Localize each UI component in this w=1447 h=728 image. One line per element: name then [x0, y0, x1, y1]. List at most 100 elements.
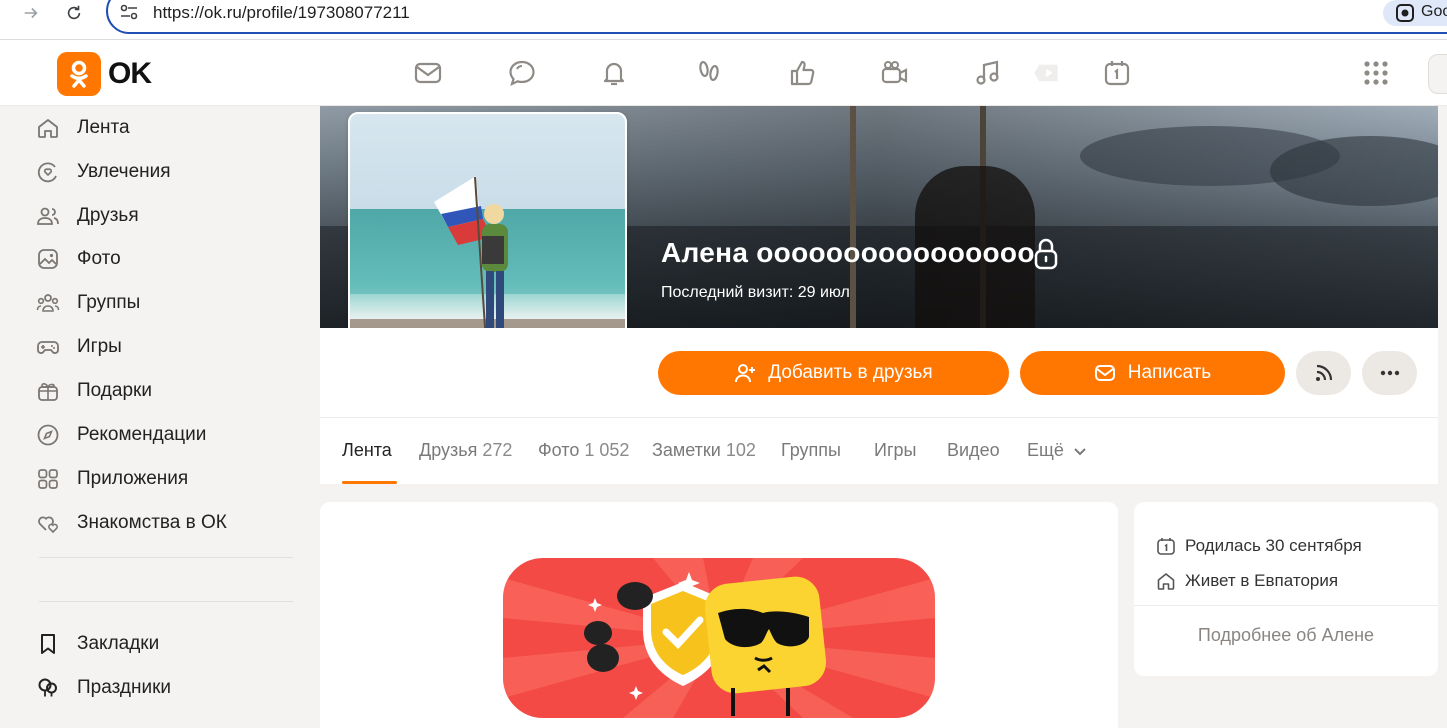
sidebar-item-gifts[interactable]: Подарки	[36, 376, 152, 406]
video-call-button[interactable]	[877, 55, 913, 91]
bookmark-icon	[41, 634, 55, 654]
write-message-label: Написать	[1127, 362, 1212, 383]
sidebar-item-groups[interactable]: Группы	[36, 288, 140, 318]
tab-video[interactable]: Видео	[947, 440, 1000, 461]
sidebar-item-hobbies[interactable]: Увлечения	[36, 157, 171, 187]
like-icon	[790, 60, 815, 86]
arrow-right-icon	[24, 7, 38, 19]
reload-button[interactable]	[59, 0, 89, 26]
guests-button[interactable]	[691, 55, 727, 91]
tab-friends[interactable]: Друзья 272	[419, 440, 512, 461]
balloons-icon	[38, 678, 57, 697]
notifications-button[interactable]	[596, 55, 632, 91]
more-icon	[36, 720, 60, 728]
profile-menu-button[interactable]	[1428, 54, 1447, 94]
add-friend-label: Добавить в друзья	[768, 362, 933, 383]
footprints-icon	[699, 60, 719, 82]
sidebar-item-apps[interactable]: Приложения	[36, 464, 188, 494]
sidebar-item-photos[interactable]: Фото	[36, 244, 121, 274]
tab-groups[interactable]: Группы	[781, 440, 841, 461]
google-label: Goo	[1421, 3, 1447, 20]
calendar-button[interactable]	[1099, 55, 1135, 91]
tab-label: Видео	[947, 440, 1000, 460]
profile-name: Алена оооооооооооооооо	[661, 237, 1035, 268]
bell-icon	[603, 62, 625, 86]
tab-games[interactable]: Игры	[874, 440, 916, 461]
tab-more[interactable]: Ещё	[1027, 440, 1087, 461]
sidebar-divider	[39, 557, 293, 558]
privacy-illustration-art	[503, 558, 935, 718]
compass-icon	[37, 424, 59, 446]
tab-notes[interactable]: Заметки 102	[652, 440, 756, 461]
chat-icon	[509, 60, 535, 87]
messages-button[interactable]	[410, 55, 446, 91]
sidebar-item-feed[interactable]: Лента	[36, 113, 130, 143]
active-tab-indicator	[342, 481, 397, 484]
sidebar-item-games[interactable]: Игры	[36, 332, 122, 362]
discussions-button[interactable]	[504, 55, 540, 91]
privacy-illustration	[503, 558, 935, 718]
music-icon	[976, 60, 999, 85]
gift-icon	[38, 383, 58, 401]
add-friend-button[interactable]: Добавить в друзья	[658, 351, 1009, 395]
add-user-icon	[735, 364, 756, 383]
video-camera-icon	[881, 61, 908, 84]
home-icon	[38, 119, 58, 138]
sidebar-item-label: Лента	[77, 117, 130, 138]
calendar-icon	[1104, 61, 1130, 86]
location-row: Живет в Евпатория	[1156, 569, 1338, 593]
sidebar-item-label: Знакомства в ОК	[77, 512, 227, 533]
birthday-row: Родилась 30 сентября	[1156, 534, 1362, 558]
sidebar-item-label: Игры	[77, 336, 122, 357]
calendar-icon	[1157, 538, 1175, 555]
tabs-divider	[320, 417, 1438, 418]
sidebar-item-recommendations[interactable]: Рекомендации	[36, 420, 206, 450]
tab-photos[interactable]: Фото 1 052	[538, 440, 629, 461]
more-about-link[interactable]: Подробнее об Алене	[1134, 625, 1438, 646]
tab-feed[interactable]: Лента	[342, 440, 392, 461]
subscribe-button[interactable]	[1296, 351, 1351, 395]
events-button[interactable]	[784, 55, 820, 91]
sidebar-item-label: Группы	[77, 292, 141, 313]
last-visit: Последний визит: 29 июл	[661, 284, 850, 301]
url-text[interactable]: https://ok.ru/profile/197308077211	[153, 3, 410, 23]
ok-logo[interactable]: OK	[57, 52, 152, 96]
more-actions-button[interactable]	[1362, 351, 1417, 395]
sidebar-item-partial[interactable]	[36, 717, 60, 728]
birthday-text: Родилась 30 сентября	[1185, 536, 1362, 555]
tab-label: Лента	[342, 440, 392, 460]
gamepad-icon	[37, 341, 59, 354]
sidebar-item-holidays[interactable]: Праздники	[36, 673, 171, 703]
sidebar-item-label: Рекомендации	[77, 424, 207, 445]
sidebar-item-label: Подарки	[77, 380, 152, 401]
sidebar-item-label: Друзья	[77, 205, 139, 226]
apps-grid-icon	[1364, 61, 1388, 85]
sidebar-item-friends[interactable]: Друзья	[36, 201, 139, 231]
location-text: Живет в Евпатория	[1185, 571, 1339, 590]
tab-label: Группы	[781, 440, 841, 460]
tab-label: Ещё	[1027, 440, 1064, 460]
groups-icon	[36, 294, 60, 312]
all-apps-button[interactable]	[1358, 55, 1394, 91]
sidebar-item-bookmarks[interactable]: Закладки	[36, 629, 159, 659]
sidebar-divider	[39, 601, 293, 602]
more-dots-icon	[1380, 370, 1399, 376]
write-message-button[interactable]: Написать	[1020, 351, 1285, 395]
sidebar-item-label: Закладки	[77, 633, 160, 654]
forward-button[interactable]	[16, 0, 46, 26]
music-button[interactable]	[970, 55, 1006, 91]
home-icon	[1157, 573, 1175, 590]
sidebar-item-label: Фото	[77, 248, 121, 269]
video-icon	[1034, 64, 1058, 82]
video-button[interactable]	[1028, 55, 1064, 91]
hearts-icon	[38, 516, 58, 534]
rss-icon	[1315, 364, 1332, 381]
browser-toolbar: https://ok.ru/profile/197308077211 Goo	[0, 0, 1447, 40]
site-info-icon[interactable]	[118, 1, 140, 23]
sidebar-item-dating[interactable]: Знакомства в ОК	[36, 508, 227, 538]
mail-icon	[1094, 365, 1115, 381]
photo-icon	[38, 249, 58, 269]
google-lens-button[interactable]: Goo	[1383, 0, 1447, 26]
sidebar-item-label: Увлечения	[77, 161, 171, 182]
tab-label: Игры	[874, 440, 917, 460]
